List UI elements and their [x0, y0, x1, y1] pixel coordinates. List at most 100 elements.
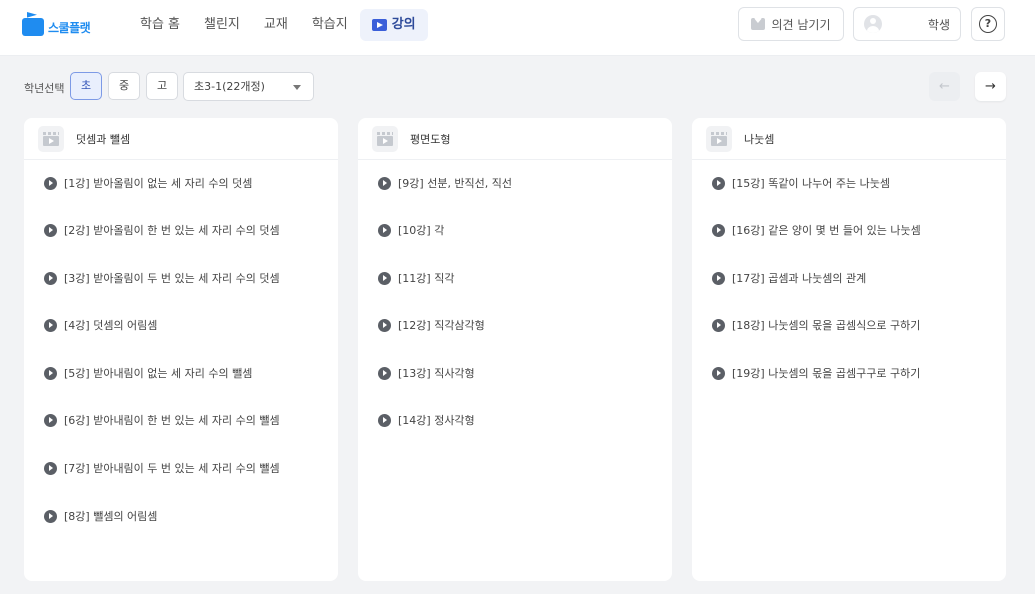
lesson-item[interactable]: [16강] 같은 양이 몇 번 들어 있는 나눗셈 — [712, 222, 921, 238]
unit-card-header: 덧셈과 뺄셈 — [24, 118, 338, 160]
play-icon — [378, 176, 391, 190]
play-icon — [44, 318, 57, 332]
lesson-title: [6강] 받아내림이 한 번 있는 세 자리 수의 뺄셈 — [64, 414, 280, 427]
nav-lectures[interactable]: 강의 — [359, 9, 428, 41]
lesson-title: [5강] 받아내림이 없는 세 자리 수의 뺄셈 — [64, 367, 253, 380]
lesson-title: [18강] 나눗셈의 몫을 곱셈식으로 구하기 — [732, 319, 921, 332]
nav-challenge[interactable]: 챌린지 — [192, 9, 252, 41]
clapperboard-icon — [372, 125, 398, 152]
unit-card: 평면도형 [9강] 선분, 반직선, 직선 [10강] 각 [11강] 직각 [… — [358, 118, 672, 581]
unit-title: 덧셈과 뺄셈 — [76, 132, 131, 146]
nav-lectures-label: 강의 — [391, 17, 416, 32]
prev-page-button[interactable]: ← — [929, 72, 960, 101]
lesson-item[interactable]: [13강] 직사각형 — [378, 365, 475, 381]
grade-middle-button[interactable]: 중 — [108, 72, 140, 100]
lesson-item[interactable]: [18강] 나눗셈의 몫을 곱셈식으로 구하기 — [712, 317, 920, 333]
play-icon — [378, 271, 391, 285]
play-icon — [44, 271, 57, 285]
grade-select-label: 학년선택 — [24, 82, 65, 95]
arrow-right-icon: → — [985, 79, 996, 94]
lesson-title: [1강] 받아올림이 없는 세 자리 수의 덧셈 — [64, 177, 253, 190]
profile-button[interactable]: 학생 — [853, 7, 961, 41]
grade-elementary-button[interactable]: 초 — [70, 72, 102, 100]
lesson-title: [14강] 정사각형 — [398, 414, 475, 427]
lesson-item[interactable]: [4강] 덧셈의 어림셈 — [44, 317, 157, 333]
play-icon — [44, 413, 57, 427]
play-icon — [712, 176, 725, 190]
lesson-item[interactable]: [15강] 똑같이 나누어 주는 나눗셈 — [712, 175, 890, 191]
feedback-button[interactable]: 의견 남기기 — [738, 7, 844, 41]
unit-card-header: 나눗셈 — [692, 118, 1006, 160]
nav-learning-home[interactable]: 학습 홈 — [128, 9, 192, 41]
lesson-item[interactable]: [11강] 직각 — [378, 270, 454, 286]
play-icon — [378, 318, 391, 332]
lesson-title: [10강] 각 — [398, 224, 445, 237]
lesson-item[interactable]: [3강] 받아올림이 두 번 있는 세 자리 수의 덧셈 — [44, 270, 280, 286]
help-button[interactable]: ? — [971, 7, 1005, 41]
unit-card-header: 평면도형 — [358, 118, 672, 160]
lesson-title: [19강] 나눗셈의 몫을 곱셈구구로 구하기 — [732, 367, 921, 380]
play-icon — [712, 366, 725, 380]
play-icon — [712, 223, 725, 237]
lesson-item[interactable]: [9강] 선분, 반직선, 직선 — [378, 175, 512, 191]
lesson-item[interactable]: [6강] 받아내림이 한 번 있는 세 자리 수의 뺄셈 — [44, 412, 280, 428]
course-select[interactable]: 초3-1(22개정) — [183, 72, 314, 101]
unit-title: 평면도형 — [410, 132, 451, 146]
help-icon: ? — [979, 15, 997, 33]
main-nav: 학습 홈 챌린지 교재 학습지 강의 — [128, 9, 428, 41]
play-icon — [44, 509, 57, 523]
play-icon — [44, 223, 57, 237]
profile-role: 학생 — [927, 17, 950, 32]
lesson-title: [2강] 받아올림이 한 번 있는 세 자리 수의 덧셈 — [64, 224, 280, 237]
lesson-title: [17강] 곱셈과 나눗셈의 관계 — [732, 272, 867, 285]
video-icon — [371, 19, 387, 31]
lesson-title: [9강] 선분, 반직선, 직선 — [398, 177, 513, 190]
lesson-title: [13강] 직사각형 — [398, 367, 475, 380]
play-icon — [378, 366, 391, 380]
lesson-title: [12강] 직각삼각형 — [398, 319, 485, 332]
play-icon — [44, 461, 57, 475]
arrow-left-icon: ← — [939, 79, 950, 94]
lesson-item[interactable]: [17강] 곱셈과 나눗셈의 관계 — [712, 270, 866, 286]
lesson-item[interactable]: [5강] 받아내림이 없는 세 자리 수의 뺄셈 — [44, 365, 252, 381]
unit-card: 덧셈과 뺄셈 [1강] 받아올림이 없는 세 자리 수의 덧셈 [2강] 받아올… — [24, 118, 338, 581]
lesson-item[interactable]: [14강] 정사각형 — [378, 412, 475, 428]
unit-title: 나눗셈 — [744, 132, 775, 146]
play-icon — [378, 223, 391, 237]
play-icon — [378, 413, 391, 427]
logo-text: 스쿨플랫 — [48, 20, 91, 35]
lesson-title: [15강] 똑같이 나누어 주는 나눗셈 — [732, 177, 891, 190]
play-icon — [44, 366, 57, 380]
clapperboard-icon — [38, 125, 64, 152]
lesson-item[interactable]: [10강] 각 — [378, 222, 444, 238]
lesson-item[interactable]: [19강] 나눗셈의 몫을 곱셈구구로 구하기 — [712, 365, 920, 381]
lesson-title: [11강] 직각 — [398, 272, 455, 285]
logo[interactable]: 스쿨플랫 — [22, 12, 91, 36]
heart-icon — [751, 15, 766, 30]
chevron-down-icon — [293, 85, 301, 90]
lesson-item[interactable]: [7강] 받아내림이 두 번 있는 세 자리 수의 뺄셈 — [44, 460, 280, 476]
lesson-title: [7강] 받아내림이 두 번 있는 세 자리 수의 뺄셈 — [64, 462, 280, 475]
nav-worksheet[interactable]: 학습지 — [300, 9, 360, 41]
play-icon — [44, 176, 57, 190]
top-header: 스쿨플랫 학습 홈 챌린지 교재 학습지 강의 의견 남기기 학생 ? — [0, 0, 1035, 56]
lesson-title: [4강] 덧셈의 어림셈 — [64, 319, 158, 332]
lesson-item[interactable]: [8강] 뺄셈의 어림셈 — [44, 508, 157, 524]
nav-textbook[interactable]: 교재 — [252, 9, 300, 41]
clapperboard-icon — [706, 125, 732, 152]
grade-high-button[interactable]: 고 — [146, 72, 178, 100]
play-icon — [712, 271, 725, 285]
next-page-button[interactable]: → — [975, 72, 1006, 101]
course-select-value: 초3-1(22개정) — [194, 80, 265, 93]
lesson-title: [8강] 뺄셈의 어림셈 — [64, 510, 158, 523]
lesson-title: [3강] 받아올림이 두 번 있는 세 자리 수의 덧셈 — [64, 272, 280, 285]
play-icon — [712, 318, 725, 332]
logo-icon — [22, 12, 44, 36]
lesson-title: [16강] 같은 양이 몇 번 들어 있는 나눗셈 — [732, 224, 921, 237]
avatar-icon — [864, 15, 882, 33]
feedback-label: 의견 남기기 — [771, 17, 831, 32]
unit-card: 나눗셈 [15강] 똑같이 나누어 주는 나눗셈 [16강] 같은 양이 몇 번… — [692, 118, 1006, 581]
lesson-item[interactable]: [1강] 받아올림이 없는 세 자리 수의 덧셈 — [44, 175, 252, 191]
lesson-item[interactable]: [12강] 직각삼각형 — [378, 317, 485, 333]
lesson-item[interactable]: [2강] 받아올림이 한 번 있는 세 자리 수의 덧셈 — [44, 222, 280, 238]
